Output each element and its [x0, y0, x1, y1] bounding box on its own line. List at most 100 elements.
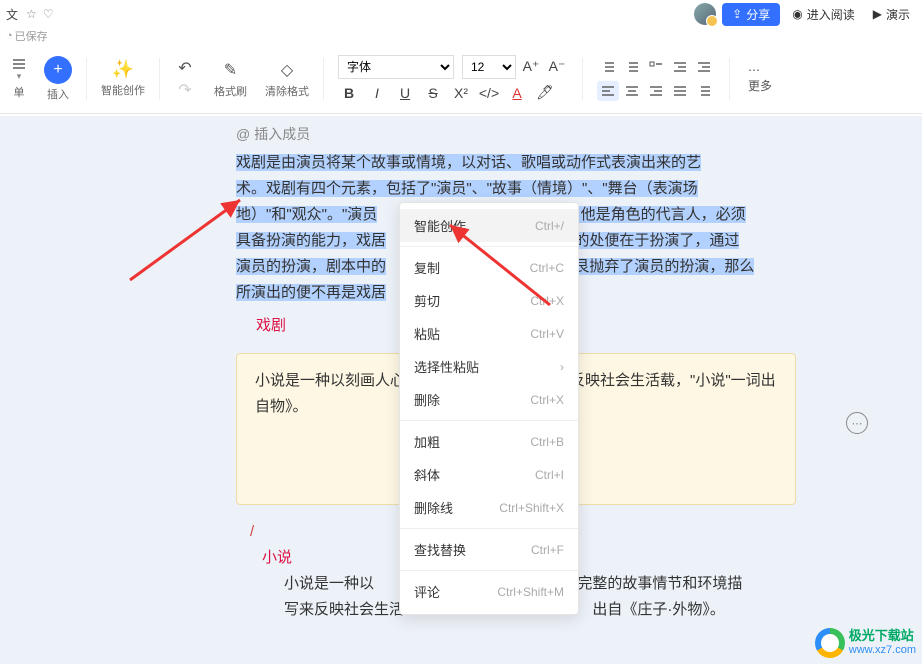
selected-text: 的处便在于扮演了，通过 [574, 232, 739, 249]
body-text: 过完整的故事情节和环境描 [562, 575, 742, 592]
share-label: 分享 [746, 6, 770, 23]
menu-paste[interactable]: 粘贴 Ctrl+V [400, 317, 578, 350]
menu-paste-special[interactable]: 选择性粘贴 › [400, 350, 578, 383]
strike-button[interactable]: S [422, 83, 444, 103]
body-text: 小说是一种以 [284, 575, 374, 592]
comment-icon[interactable]: ⋯ [846, 412, 868, 434]
clear-format-group[interactable]: ◇ 清除格式 [257, 44, 317, 113]
play-icon: ▶ [873, 7, 882, 21]
watermark: 极光下载站 www.xz7.com [815, 628, 916, 658]
more-label: 更多 [748, 79, 772, 93]
insert-member-label: 插入成员 [254, 124, 310, 144]
increase-font-icon[interactable]: A⁺ [520, 57, 542, 77]
selected-text: 戏剧是由演员将某个故事或情境，以对话、歌唱或动作式表演出来的艺 [236, 154, 701, 171]
menu-label: 查找替换 [414, 540, 466, 559]
redo-icon[interactable]: ↷ [174, 79, 196, 101]
menu-comment[interactable]: 评论 Ctrl+Shift+M [400, 575, 578, 608]
code-button[interactable]: </> [478, 83, 500, 103]
bold-button[interactable]: B [338, 83, 360, 103]
menu-label: 剪切 [414, 291, 440, 310]
bell-icon[interactable]: ♡ [43, 7, 54, 21]
sparkle-icon: ✨ [112, 59, 134, 80]
chevron-right-icon: › [560, 360, 564, 374]
indent-decrease-button[interactable] [669, 57, 691, 77]
ordered-list-button[interactable] [597, 57, 619, 77]
undo-redo-group: ↶ ↷ [166, 44, 204, 113]
selected-text: 艮抛弃了演员的扮演，那么 [574, 258, 754, 275]
menu-label: 斜体 [414, 465, 440, 484]
watermark-url: www.xz7.com [849, 643, 916, 657]
task-list-button[interactable] [645, 57, 667, 77]
align-right-button[interactable] [645, 81, 667, 101]
watermark-name: 极光下载站 [849, 629, 916, 643]
highlight-button[interactable]: 🖊 [534, 83, 556, 103]
align-left-button[interactable] [597, 81, 619, 101]
menu-label: 复制 [414, 258, 440, 277]
read-mode-button[interactable]: ◉ 进入阅读 [786, 3, 861, 26]
menu-shortcut: Ctrl+I [535, 468, 564, 482]
selected-text: ，他是角色的代言人，必须 [566, 206, 746, 223]
menu-label: 评论 [414, 582, 440, 601]
doc-title-suffix: 文 [6, 6, 18, 23]
selected-text: 术。戏剧有四个元素，包括了"演员"、"故事（情境）"、"舞台（表演场 [236, 180, 698, 197]
insert-group[interactable]: + 插入 [36, 44, 80, 113]
menu-delete[interactable]: 删除 Ctrl+X [400, 383, 578, 416]
annotation-arrow-left [130, 190, 260, 285]
menu-shortcut: Ctrl+Shift+M [497, 585, 564, 599]
decrease-font-icon[interactable]: A⁻ [546, 57, 568, 77]
line-spacing-button[interactable] [693, 81, 715, 101]
superscript-button[interactable]: X² [450, 83, 472, 103]
more-button[interactable]: ⋯ 更多 [736, 63, 784, 94]
menu-label: 选择性粘贴 [414, 357, 479, 376]
menu-group[interactable]: ▾ 单 [4, 44, 34, 113]
align-center-button[interactable] [621, 81, 643, 101]
more-icon: ⋯ [748, 63, 760, 77]
menu-separator [400, 528, 578, 529]
body-text: 出自《庄子·外物》。 [592, 601, 725, 618]
menu-bold[interactable]: 加粗 Ctrl+B [400, 425, 578, 458]
eye-icon: ◉ [792, 7, 802, 21]
unordered-list-button[interactable] [621, 57, 643, 77]
font-size-select[interactable]: 12 [462, 55, 516, 79]
present-label: 演示 [886, 6, 910, 23]
menu-label: 删除线 [414, 498, 453, 517]
divider [323, 58, 324, 100]
menu-shortcut: Ctrl+F [531, 543, 564, 557]
at-icon: @ [236, 126, 250, 142]
indent-increase-button[interactable] [693, 57, 715, 77]
ai-label: 智能创作 [101, 82, 145, 98]
menu-label: 粘贴 [414, 324, 440, 343]
menu-find[interactable]: 查找替换 Ctrl+F [400, 533, 578, 566]
align-justify-button[interactable] [669, 81, 691, 101]
italic-button[interactable]: I [366, 83, 388, 103]
clock-icon: ◔ [6, 30, 13, 42]
clear-format-label: 清除格式 [265, 83, 309, 99]
format-painter-group[interactable]: ✎ 格式刷 [206, 44, 255, 113]
eraser-icon: ◇ [276, 59, 298, 81]
font-color-button[interactable]: A [506, 83, 528, 103]
star-icon[interactable]: ☆ [26, 7, 37, 21]
avatar[interactable] [694, 3, 716, 25]
plus-icon: + [44, 56, 72, 84]
font-family-select[interactable]: 字体 [338, 55, 454, 79]
format-painter-label: 格式刷 [214, 83, 247, 99]
ai-group[interactable]: ✨ 智能创作 [93, 44, 153, 113]
saved-status: ◔ 已保存 [0, 28, 922, 44]
present-button[interactable]: ▶ 演示 [867, 3, 916, 26]
divider [86, 58, 87, 100]
menu-italic[interactable]: 斜体 Ctrl+I [400, 458, 578, 491]
undo-icon[interactable]: ↶ [174, 57, 196, 79]
share-button[interactable]: ⇪ 分享 [722, 3, 780, 26]
underline-button[interactable]: U [394, 83, 416, 103]
menu-strike[interactable]: 删除线 Ctrl+Shift+X [400, 491, 578, 524]
menu-shortcut: Ctrl+B [530, 435, 564, 449]
menu-separator [400, 570, 578, 571]
menu-label: 加粗 [414, 432, 440, 451]
insert-member-hint[interactable]: @ 插入成员 [236, 124, 310, 144]
toolbar: ▾ 单 + 插入 ✨ 智能创作 ↶ ↷ ✎ 格式刷 ◇ 清除格式 字体 12 [0, 44, 922, 114]
selected-text: 所演出的便不再是戏居 [236, 284, 386, 301]
read-mode-label: 进入阅读 [807, 6, 855, 23]
format-painter-icon: ✎ [220, 59, 242, 81]
menu-shortcut: Ctrl+V [530, 327, 564, 341]
window-titlebar: 文 ☆ ♡ ⇪ 分享 ◉ 进入阅读 ▶ 演示 [0, 0, 922, 28]
